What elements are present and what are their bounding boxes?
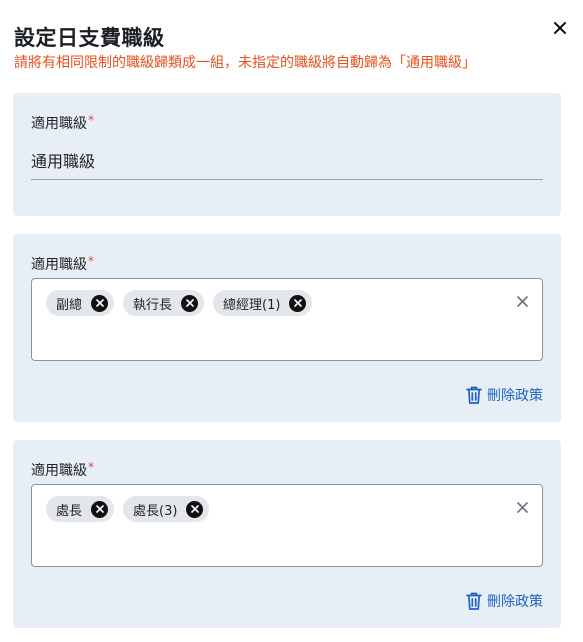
field-label-text: 適用職級	[31, 257, 87, 273]
required-mark: *	[88, 460, 94, 474]
chip-remove-button[interactable]	[181, 294, 199, 312]
delete-policy-label: 刪除政策	[487, 594, 543, 610]
chip-label: 處長	[56, 503, 83, 519]
selected-chips: 副總 執行長 總經理(1)	[46, 290, 313, 316]
rank-chip: 處長(3)	[123, 496, 210, 522]
clear-selection-button[interactable]	[514, 293, 530, 309]
rank-group-3: 適用職級* 處長 處長(3) 刪除政策	[13, 440, 561, 628]
chip-label: 處長(3)	[133, 503, 178, 519]
field-label: 適用職級*	[31, 113, 94, 133]
set-daily-allowance-dialog: 設定日支費職級 請將有相同限制的職級歸類成一組，未指定的職級將自動歸為「通用職級…	[0, 0, 583, 642]
field-label: 適用職級*	[31, 254, 94, 274]
field-label: 適用職級*	[31, 460, 94, 480]
rank-chip: 執行長	[123, 290, 205, 316]
field-label-text: 適用職級	[31, 116, 87, 132]
delete-policy-label: 刪除政策	[487, 388, 543, 404]
dialog-subtitle: 請將有相同限制的職級歸類成一組，未指定的職級將自動歸為「通用職級」	[14, 55, 476, 71]
trash-icon	[466, 592, 482, 610]
close-circle-icon	[191, 505, 199, 513]
required-mark: *	[88, 113, 94, 127]
close-circle-icon	[95, 505, 104, 513]
close-icon	[516, 501, 528, 513]
chip-remove-button[interactable]	[91, 294, 109, 312]
required-mark: *	[88, 254, 94, 268]
close-button[interactable]	[549, 17, 571, 39]
rank-multiselect[interactable]: 處長 處長(3)	[31, 484, 543, 567]
chip-remove-button[interactable]	[186, 500, 204, 518]
close-circle-icon	[294, 299, 302, 307]
close-icon	[554, 22, 566, 34]
chip-label: 執行長	[133, 297, 173, 313]
close-circle-icon	[95, 299, 104, 307]
field-underline	[31, 179, 543, 180]
close-circle-icon	[185, 299, 194, 307]
trash-icon	[466, 386, 482, 404]
selected-chips: 處長 處長(3)	[46, 496, 210, 522]
delete-policy-button[interactable]: 刪除政策	[465, 385, 543, 405]
chip-remove-button[interactable]	[91, 500, 109, 518]
rank-chip: 總經理(1)	[213, 290, 313, 316]
field-label-text: 適用職級	[31, 463, 87, 479]
rank-multiselect[interactable]: 副總 執行長 總經理(1)	[31, 278, 543, 361]
rank-chip: 處長	[46, 496, 115, 522]
rank-group-general: 適用職級* 通用職級	[13, 93, 561, 216]
close-icon	[516, 295, 528, 307]
dialog-title: 設定日支費職級	[14, 26, 165, 50]
chip-label: 副總	[56, 297, 83, 313]
clear-selection-button[interactable]	[514, 499, 530, 515]
chip-remove-button[interactable]	[289, 294, 307, 312]
rank-group-2: 適用職級* 副總 執行長 總經理(1) 刪除政策	[13, 234, 561, 422]
delete-policy-button[interactable]: 刪除政策	[465, 591, 543, 611]
rank-chip: 副總	[46, 290, 115, 316]
chip-label: 總經理(1)	[223, 297, 281, 313]
general-rank-value: 通用職級	[31, 152, 96, 171]
